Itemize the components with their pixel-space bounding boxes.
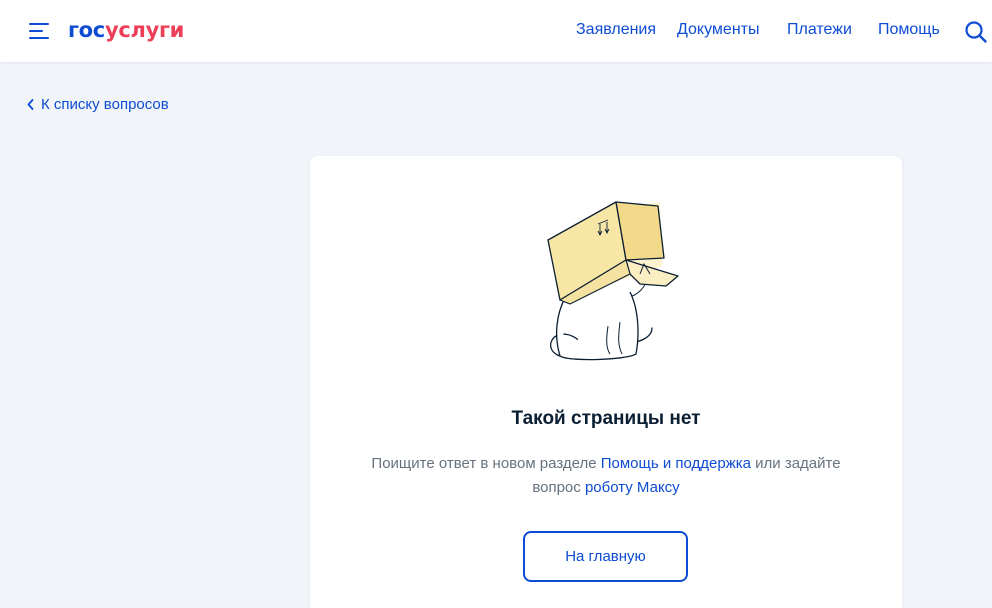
nav-documents[interactable]: Документы bbox=[677, 21, 759, 41]
desc-text-prefix: Поищите ответ в новом разделе bbox=[371, 455, 601, 472]
back-to-questions-link[interactable]: К списку вопросов bbox=[27, 94, 169, 114]
gosuslugi-logo[interactable]: госуслуги bbox=[68, 17, 184, 43]
chevron-left-icon bbox=[27, 98, 34, 110]
nav-payments[interactable]: Платежи bbox=[787, 21, 852, 41]
back-link-label: К списку вопросов bbox=[41, 95, 169, 113]
error-description: Поищите ответ в новом разделе Помощь и п… bbox=[346, 452, 866, 500]
search-icon[interactable] bbox=[964, 20, 988, 44]
site-header: госуслуги Заявления Документы Платежи По… bbox=[0, 0, 992, 62]
menu-icon[interactable] bbox=[29, 23, 49, 39]
logo-part-gos: гос bbox=[68, 18, 105, 42]
help-support-link[interactable]: Помощь и поддержка bbox=[601, 455, 751, 472]
cat-in-box-illustration bbox=[540, 196, 680, 376]
error-title: Такой страницы нет bbox=[511, 408, 701, 429]
nav-applications[interactable]: Заявления bbox=[576, 21, 656, 41]
logo-part-uslugi: услуги bbox=[104, 18, 185, 42]
home-button[interactable]: На главную bbox=[523, 531, 688, 582]
error-card: Такой страницы нет Поищите ответ в новом… bbox=[310, 156, 902, 608]
robot-max-link[interactable]: роботу Максу bbox=[585, 479, 680, 496]
nav-help[interactable]: Помощь bbox=[878, 21, 940, 41]
